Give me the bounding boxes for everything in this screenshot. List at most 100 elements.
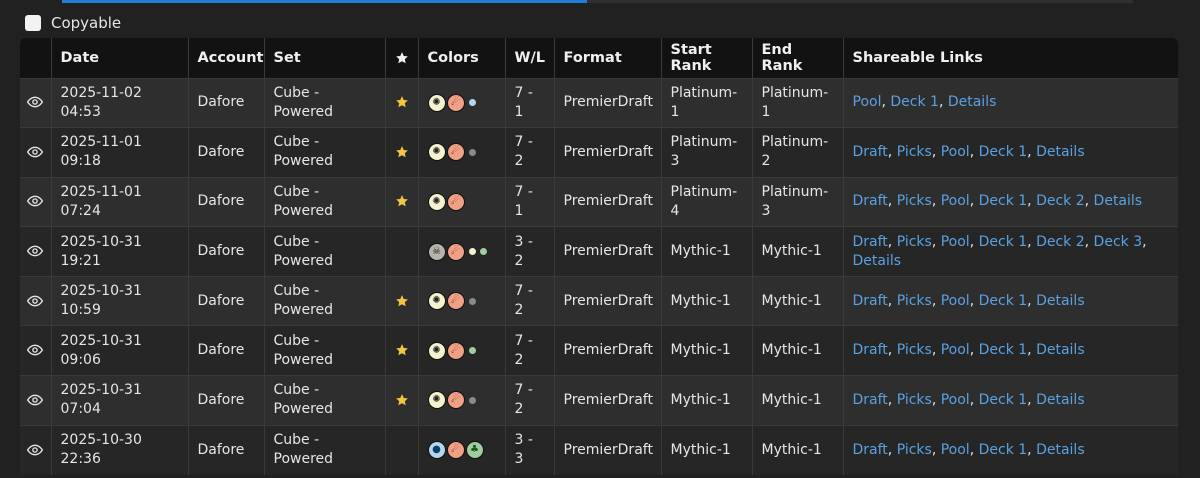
star-cell[interactable] bbox=[385, 276, 419, 326]
share-link[interactable]: Draft bbox=[853, 293, 888, 309]
view-button[interactable] bbox=[20, 226, 52, 277]
col-set-header[interactable]: Set bbox=[264, 38, 386, 78]
view-button[interactable] bbox=[20, 425, 52, 475]
share-link[interactable]: Pool bbox=[941, 442, 970, 458]
date-cell: 2025-10-30 22:36 bbox=[51, 425, 189, 475]
star-icon[interactable] bbox=[395, 294, 409, 308]
link-separator: , bbox=[887, 143, 897, 160]
col-account-header[interactable]: Account bbox=[188, 38, 265, 78]
share-link[interactable]: Pool bbox=[941, 193, 970, 209]
col-colors-header[interactable]: Colors bbox=[418, 38, 506, 78]
star-icon[interactable] bbox=[395, 393, 409, 407]
share-link[interactable]: Picks bbox=[897, 144, 932, 160]
eye-icon bbox=[27, 96, 44, 108]
eye-icon bbox=[27, 146, 44, 158]
share-link[interactable]: Picks bbox=[897, 293, 932, 309]
share-link[interactable]: Details bbox=[1036, 144, 1085, 160]
links-cell: Draft, Picks, Pool, Deck 1, Deck 2, Deck… bbox=[843, 227, 1178, 277]
end-rank-cell: Platinum-1 bbox=[752, 78, 844, 128]
star-cell[interactable] bbox=[385, 78, 419, 128]
col-star-header[interactable] bbox=[385, 38, 419, 78]
col-links-header[interactable]: Shareable Links bbox=[843, 38, 1178, 78]
share-link[interactable]: Deck 1 bbox=[979, 144, 1028, 160]
view-button[interactable] bbox=[20, 177, 52, 227]
share-link[interactable]: Details bbox=[1036, 293, 1085, 309]
share-link[interactable]: Deck 1 bbox=[979, 293, 1028, 309]
set-cell: Cube - Powered bbox=[264, 226, 386, 277]
share-link[interactable]: Pool bbox=[941, 234, 970, 250]
share-link[interactable]: Details bbox=[1094, 193, 1143, 209]
view-button[interactable] bbox=[20, 325, 52, 376]
view-button[interactable] bbox=[20, 276, 52, 326]
link-separator: , bbox=[1027, 233, 1037, 250]
share-link[interactable]: Deck 1 bbox=[979, 193, 1028, 209]
share-link[interactable]: Details bbox=[1036, 392, 1085, 408]
view-button[interactable] bbox=[20, 127, 52, 178]
share-link[interactable]: Draft bbox=[853, 342, 888, 358]
star-cell[interactable] bbox=[385, 226, 419, 277]
share-link[interactable]: Details bbox=[1036, 342, 1085, 358]
mana-w-icon: ✺ bbox=[427, 391, 446, 410]
mana-u-icon: ● bbox=[427, 441, 446, 460]
wl-cell: 7 - 2 bbox=[505, 127, 555, 178]
share-link[interactable]: Draft bbox=[853, 442, 888, 458]
share-link[interactable]: Deck 1 bbox=[979, 342, 1028, 358]
mana-r-icon: ☄ bbox=[446, 143, 465, 162]
share-link[interactable]: Draft bbox=[853, 193, 888, 209]
share-link[interactable]: Draft bbox=[853, 144, 888, 160]
star-cell[interactable] bbox=[385, 325, 419, 376]
link-separator: , bbox=[931, 391, 941, 408]
account-cell: Dafore bbox=[188, 78, 265, 128]
share-link[interactable]: Pool bbox=[941, 293, 970, 309]
col-wl-header[interactable]: W/L bbox=[505, 38, 555, 78]
col-end-rank-header[interactable]: End Rank bbox=[752, 38, 844, 78]
col-format-header[interactable]: Format bbox=[554, 38, 662, 78]
share-link[interactable]: Picks bbox=[897, 234, 932, 250]
copyable-toggle[interactable]: Copyable bbox=[25, 14, 121, 32]
star-icon[interactable] bbox=[395, 145, 409, 159]
splash-pip-icon bbox=[468, 248, 476, 256]
col-date-header[interactable]: Date bbox=[51, 38, 189, 78]
star-icon[interactable] bbox=[395, 194, 409, 208]
share-link[interactable]: Picks bbox=[897, 392, 932, 408]
star-cell[interactable] bbox=[385, 425, 419, 475]
colors-cell: ● ☄ ♣ bbox=[418, 425, 506, 475]
set-line-2: Powered bbox=[273, 103, 334, 120]
copyable-checkbox[interactable] bbox=[25, 15, 41, 31]
set-line-2: Powered bbox=[273, 302, 334, 319]
share-link[interactable]: Deck 1 bbox=[979, 392, 1028, 408]
star-cell[interactable] bbox=[385, 375, 419, 426]
share-link[interactable]: Pool bbox=[941, 342, 970, 358]
share-link[interactable]: Picks bbox=[897, 193, 932, 209]
col-start-rank-header[interactable]: Start Rank bbox=[661, 38, 753, 78]
link-separator: , bbox=[887, 342, 897, 359]
star-cell[interactable] bbox=[385, 177, 419, 227]
share-link[interactable]: Deck 1 bbox=[979, 442, 1028, 458]
link-separator: , bbox=[969, 292, 979, 309]
share-link[interactable]: Details bbox=[948, 94, 997, 110]
share-link[interactable]: Details bbox=[1036, 442, 1085, 458]
share-link[interactable]: Deck 1 bbox=[890, 94, 939, 110]
time-text: 09:18 bbox=[60, 153, 101, 170]
link-separator: , bbox=[938, 94, 948, 111]
star-icon[interactable] bbox=[395, 95, 409, 109]
share-link[interactable]: Deck 3 bbox=[1094, 234, 1143, 250]
shareable-links: Draft, Picks, Pool, Deck 1, Details bbox=[853, 391, 1170, 410]
share-link[interactable]: Draft bbox=[853, 392, 888, 408]
share-link[interactable]: Pool bbox=[941, 144, 970, 160]
start-rank-cell: Platinum-1 bbox=[661, 78, 753, 128]
share-link[interactable]: Pool bbox=[941, 392, 970, 408]
star-cell[interactable] bbox=[385, 127, 419, 178]
share-link[interactable]: Draft bbox=[853, 234, 888, 250]
share-link[interactable]: Deck 1 bbox=[979, 234, 1028, 250]
star-icon[interactable] bbox=[395, 343, 409, 357]
share-link[interactable]: Deck 2 bbox=[1036, 234, 1085, 250]
view-button[interactable] bbox=[20, 78, 52, 128]
share-link[interactable]: Picks bbox=[897, 342, 932, 358]
colors-cell: ✺ ☄ bbox=[418, 375, 506, 426]
share-link[interactable]: Pool bbox=[853, 94, 882, 110]
view-button[interactable] bbox=[20, 375, 52, 426]
share-link[interactable]: Deck 2 bbox=[1036, 193, 1085, 209]
share-link[interactable]: Picks bbox=[897, 442, 932, 458]
share-link[interactable]: Details bbox=[853, 253, 902, 269]
